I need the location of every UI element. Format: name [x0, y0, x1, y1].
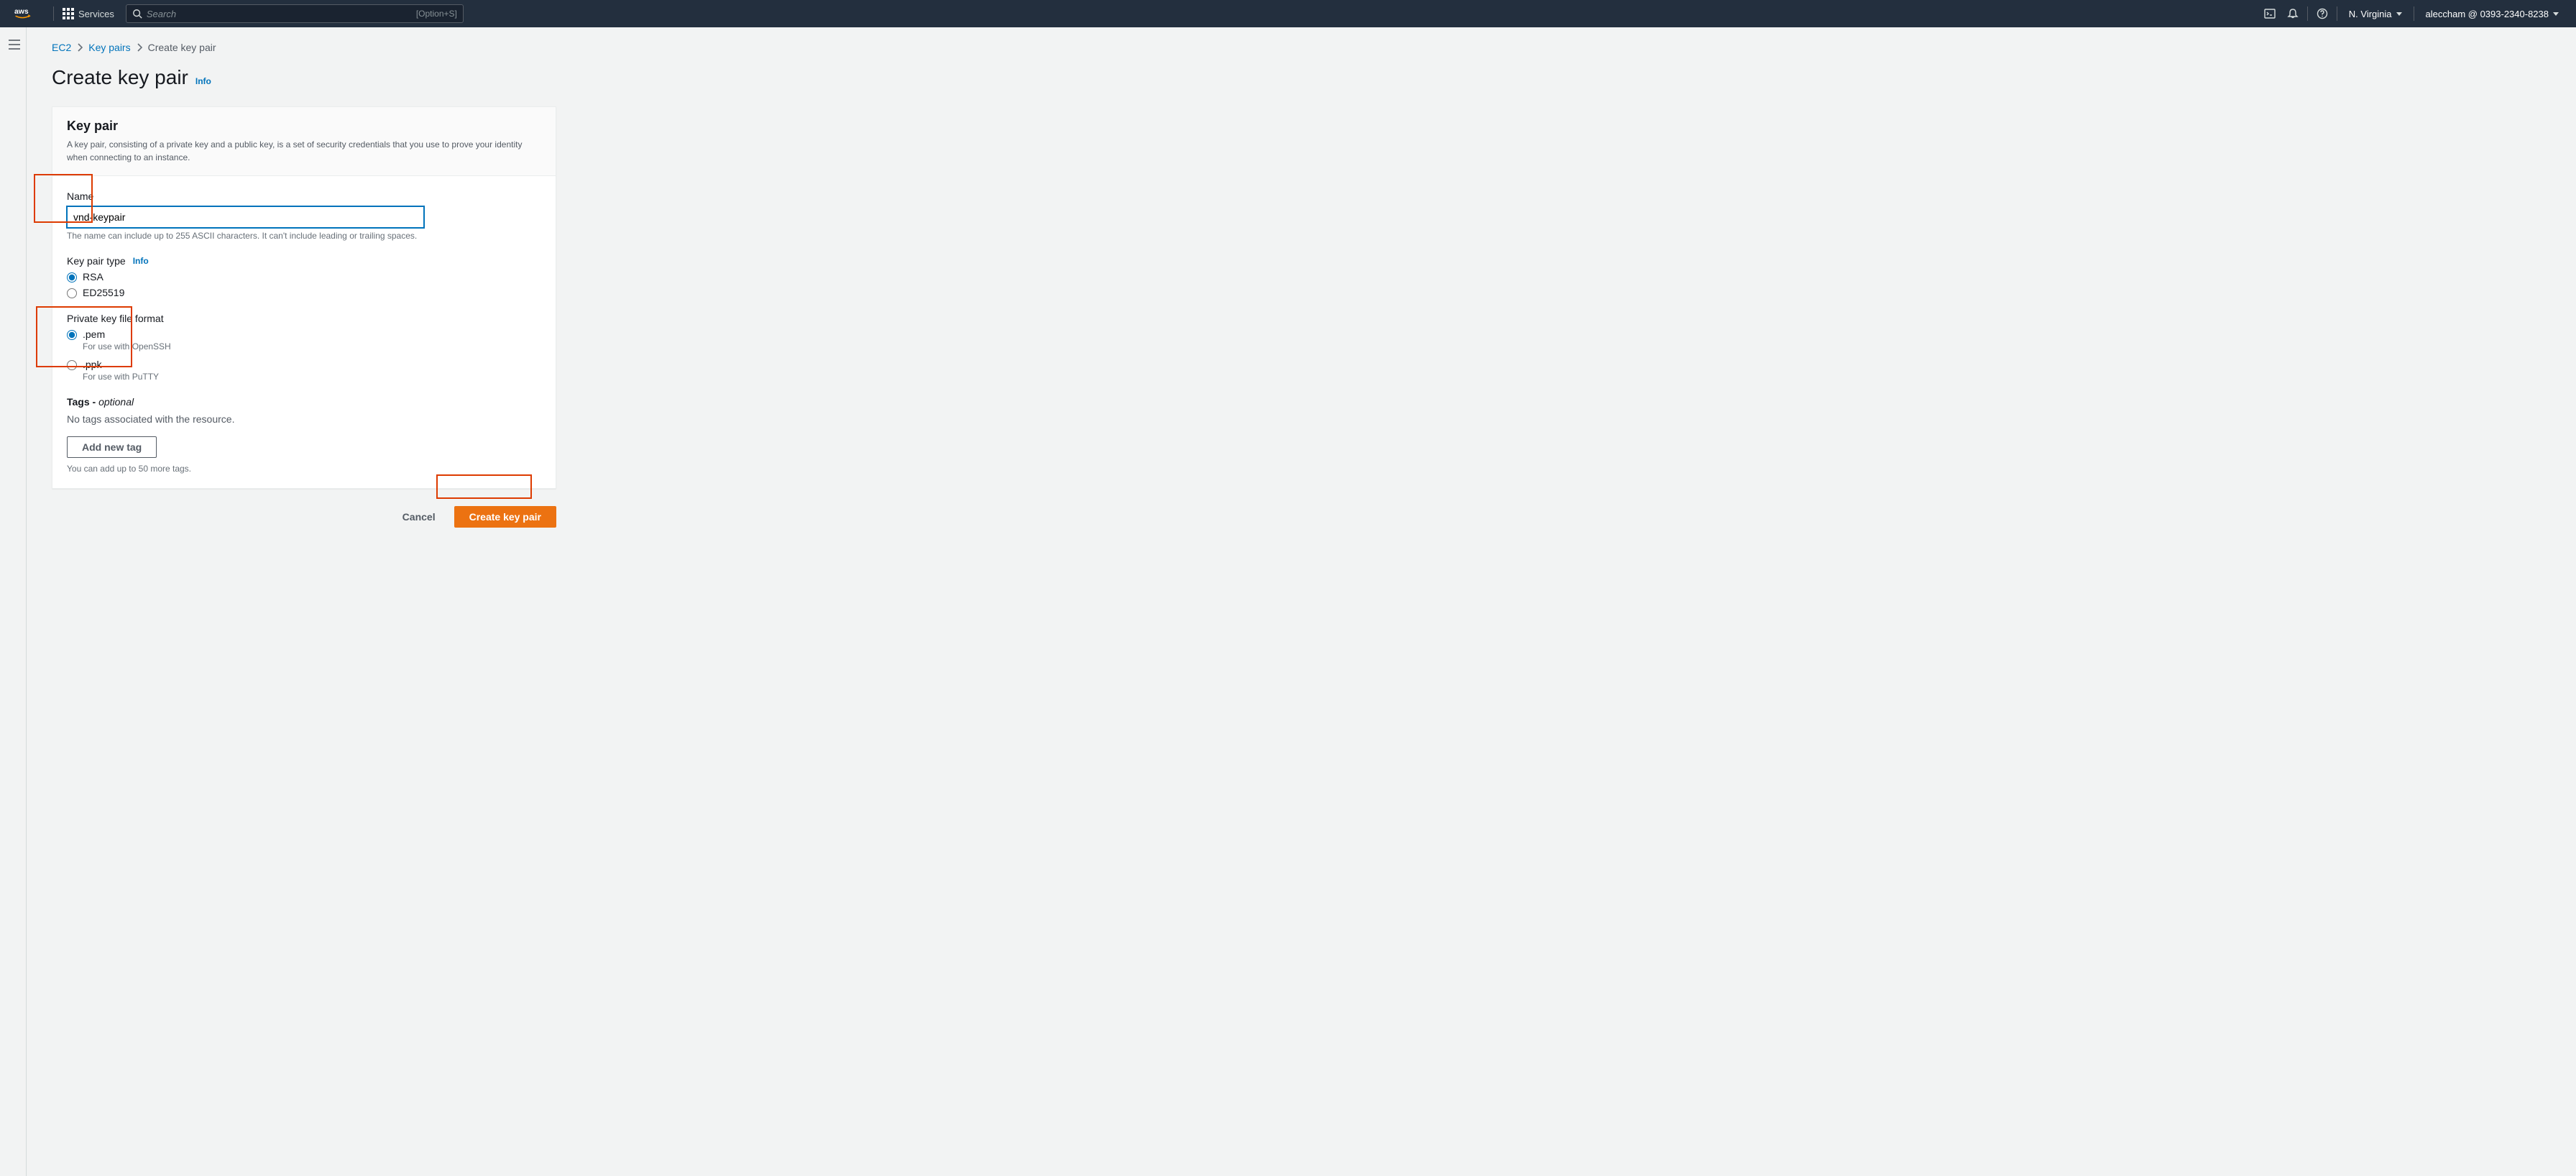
add-tag-button[interactable]: Add new tag — [67, 436, 157, 458]
tags-field-group: Tags - optional No tags associated with … — [67, 396, 541, 474]
services-label: Services — [78, 9, 114, 19]
keypair-panel: Key pair A key pair, consisting of a pri… — [52, 106, 556, 489]
radio-ppk-input[interactable] — [67, 360, 77, 370]
radio-ppk[interactable]: .ppk For use with PuTTY — [67, 359, 541, 382]
radio-ed25519[interactable]: ED25519 — [67, 287, 541, 298]
breadcrumb-current: Create key pair — [148, 42, 216, 53]
chevron-right-icon — [77, 43, 83, 52]
search-shortcut: [Option+S] — [416, 9, 457, 19]
region-label: N. Virginia — [2349, 9, 2392, 19]
search-icon — [132, 9, 142, 19]
tags-empty-text: No tags associated with the resource. — [67, 413, 541, 425]
region-selector[interactable]: N. Virginia — [2340, 0, 2411, 27]
radio-pem-input[interactable] — [67, 330, 77, 340]
tags-optional: optional — [98, 396, 134, 408]
actions-row: Cancel Create key pair — [52, 506, 556, 528]
name-label: Name — [67, 190, 541, 202]
account-label: aleccham @ 0393-2340-8238 — [2426, 9, 2549, 19]
breadcrumb-keypairs[interactable]: Key pairs — [88, 42, 130, 53]
radio-pem-sub: For use with OpenSSH — [83, 341, 171, 352]
format-field-group: Private key file format .pem For use wit… — [67, 313, 541, 382]
radio-rsa-label: RSA — [83, 271, 104, 282]
radio-rsa[interactable]: RSA — [67, 271, 541, 282]
notifications-icon[interactable] — [2281, 0, 2304, 27]
tags-limit-text: You can add up to 50 more tags. — [67, 464, 541, 474]
name-input[interactable] — [67, 206, 424, 228]
caret-down-icon — [2396, 12, 2402, 16]
breadcrumb: EC2 Key pairs Create key pair — [52, 42, 2550, 53]
services-menu[interactable]: Services — [57, 0, 120, 27]
radio-pem[interactable]: .pem For use with OpenSSH — [67, 329, 541, 352]
radio-pem-label: .pem — [83, 329, 171, 340]
radio-rsa-input[interactable] — [67, 272, 77, 282]
name-field-group: Name The name can include up to 255 ASCI… — [67, 190, 541, 241]
radio-ppk-label: .ppk — [83, 359, 159, 370]
chevron-right-icon — [137, 43, 142, 52]
aws-logo[interactable]: aws — [9, 6, 43, 21]
panel-title: Key pair — [67, 119, 541, 134]
account-menu[interactable]: aleccham @ 0393-2340-8238 — [2417, 0, 2567, 27]
panel-description: A key pair, consisting of a private key … — [67, 138, 541, 164]
keytype-label: Key pair type — [67, 255, 126, 267]
radio-ed25519-label: ED25519 — [83, 287, 124, 298]
divider — [2307, 6, 2308, 21]
top-nav: aws Services [Option+S] — [0, 0, 2576, 27]
create-keypair-button[interactable]: Create key pair — [454, 506, 556, 528]
radio-ppk-sub: For use with PuTTY — [83, 372, 159, 382]
help-icon[interactable] — [2311, 0, 2334, 27]
caret-down-icon — [2553, 12, 2559, 16]
svg-text:aws: aws — [14, 8, 29, 16]
side-nav-toggle[interactable] — [6, 36, 23, 53]
panel-header: Key pair A key pair, consisting of a pri… — [52, 107, 556, 176]
keytype-field-group: Key pair type Info RSA ED25519 — [67, 255, 541, 298]
services-grid-icon — [63, 8, 74, 19]
cloudshell-icon[interactable] — [2258, 0, 2281, 27]
search-box[interactable]: [Option+S] — [126, 4, 464, 23]
info-link[interactable]: Info — [196, 76, 211, 86]
tags-title: Tags - — [67, 396, 98, 408]
breadcrumb-ec2[interactable]: EC2 — [52, 42, 71, 53]
radio-ed25519-input[interactable] — [67, 288, 77, 298]
info-link[interactable]: Info — [133, 256, 149, 266]
cancel-button[interactable]: Cancel — [391, 507, 447, 527]
page-title: Create key pair — [52, 66, 188, 89]
format-label: Private key file format — [67, 313, 541, 324]
divider — [53, 6, 54, 21]
name-hint: The name can include up to 255 ASCII cha… — [67, 231, 541, 241]
search-input[interactable] — [147, 9, 275, 19]
